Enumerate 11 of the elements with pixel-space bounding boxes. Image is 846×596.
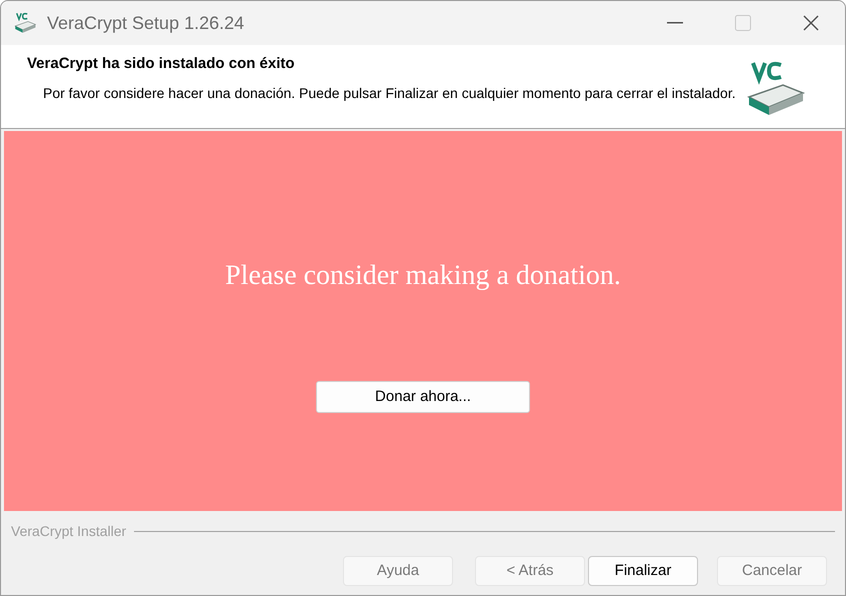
window-title: VeraCrypt Setup 1.26.24 bbox=[47, 12, 244, 35]
app-icon bbox=[13, 11, 37, 35]
donation-message: Please consider making a donation. bbox=[225, 259, 621, 293]
minimize-icon bbox=[667, 22, 683, 24]
group-label: VeraCrypt Installer bbox=[11, 522, 128, 541]
header-title: VeraCrypt ha sido instalado con éxito bbox=[27, 54, 296, 74]
header-description: Por favor considere hacer una donación. Puede pulsar Finalizar en cualquier momento para cerrar el instalador. bbox=[42, 84, 737, 102]
maximize-icon bbox=[735, 15, 751, 31]
close-icon bbox=[803, 15, 819, 31]
donate-button[interactable]: Donar ahora... bbox=[316, 381, 530, 413]
dialog-button[interactable]: Finalizar bbox=[588, 556, 698, 586]
